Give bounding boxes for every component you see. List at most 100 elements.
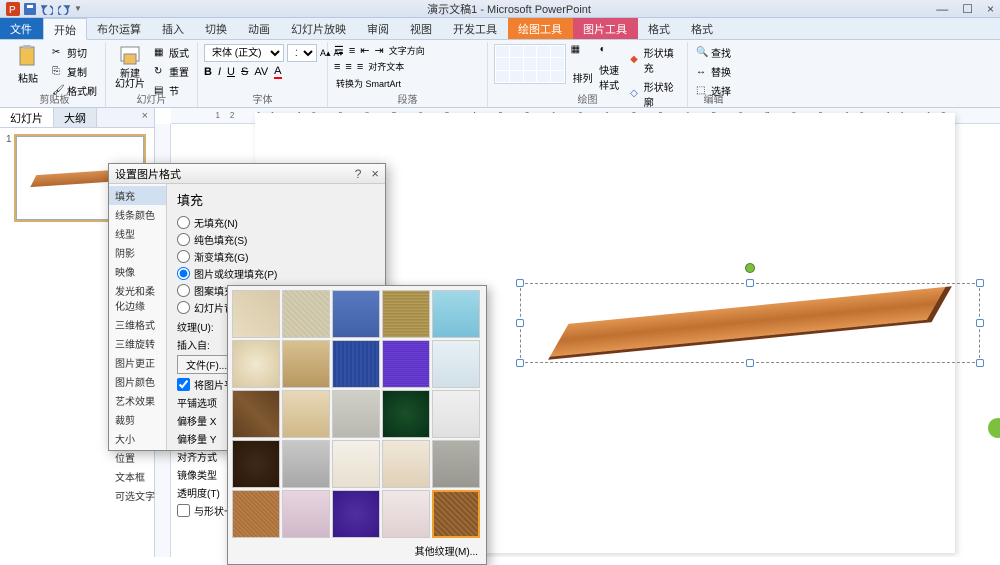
dialog-titlebar[interactable]: 设置图片格式 ? ×	[109, 164, 385, 184]
reset-button[interactable]: ↻重置	[152, 63, 191, 80]
sidebar-item-shadow[interactable]: 阴影	[109, 243, 166, 262]
new-slide-button[interactable]: 新建 幻灯片	[112, 44, 148, 92]
texture-woven-mat[interactable]	[382, 290, 430, 338]
tab-boolean[interactable]: 布尔运算	[87, 18, 152, 39]
tab-animation[interactable]: 动画	[238, 18, 281, 39]
texture-fish-fossil[interactable]	[282, 340, 330, 388]
texture-green-marble[interactable]	[382, 390, 430, 438]
paste-button[interactable]: 粘贴	[10, 44, 46, 92]
tab-format2[interactable]: 格式	[681, 18, 724, 39]
shadow-button[interactable]: AV	[254, 66, 268, 78]
align-right-icon[interactable]: ≡	[357, 61, 363, 73]
texture-sand[interactable]	[282, 390, 330, 438]
tab-format1[interactable]: 格式	[638, 18, 681, 39]
sidebar-item-position[interactable]: 位置	[109, 448, 166, 467]
resize-handle-se[interactable]	[976, 359, 984, 367]
sidebar-item-line-style[interactable]: 线型	[109, 224, 166, 243]
tab-drawing-tools[interactable]: 绘图工具	[508, 18, 573, 39]
sidebar-item-textbox[interactable]: 文本框	[109, 467, 166, 486]
sidebar-item-crop[interactable]: 裁剪	[109, 410, 166, 429]
panel-tab-slides[interactable]: 幻灯片	[0, 108, 54, 127]
text-direction-button[interactable]: 文字方向	[389, 44, 425, 57]
replace-button[interactable]: ↔替换	[694, 63, 733, 80]
bold-button[interactable]: B	[204, 66, 212, 78]
texture-cork[interactable]	[232, 490, 280, 538]
italic-button[interactable]: I	[218, 66, 221, 78]
resize-handle-e[interactable]	[976, 319, 984, 327]
texture-newsprint[interactable]	[332, 390, 380, 438]
layout-button[interactable]: ▦版式	[152, 44, 191, 61]
sidebar-item-3d-format[interactable]: 三维格式	[109, 315, 166, 334]
panel-tab-outline[interactable]: 大纲	[54, 108, 97, 127]
qat-dropdown-icon[interactable]: ▼	[74, 4, 82, 13]
font-color-button[interactable]: A	[274, 65, 281, 79]
maximize-button[interactable]: ☐	[962, 2, 973, 16]
texture-papyrus[interactable]	[232, 290, 280, 338]
close-window-button[interactable]: ×	[987, 2, 994, 16]
sidebar-item-size[interactable]: 大小	[109, 429, 166, 448]
sidebar-item-line-color[interactable]: 线条颜色	[109, 205, 166, 224]
texture-white-marble[interactable]	[432, 340, 480, 388]
dialog-help-button[interactable]: ?	[355, 167, 362, 181]
texture-walnut[interactable]	[282, 490, 330, 538]
texture-denim[interactable]	[332, 290, 380, 338]
save-icon[interactable]	[23, 2, 37, 16]
shapes-gallery[interactable]	[494, 44, 566, 84]
sidebar-item-fill[interactable]: 填充	[109, 186, 166, 205]
texture-stationery[interactable]	[432, 390, 480, 438]
texture-oak[interactable]	[432, 490, 480, 538]
smartart-button[interactable]: 转换为 SmartArt	[334, 76, 403, 91]
underline-button[interactable]: U	[227, 66, 235, 78]
strike-button[interactable]: S	[241, 66, 248, 78]
resize-handle-w[interactable]	[516, 319, 524, 327]
texture-parchment[interactable]	[332, 440, 380, 488]
texture-brown-marble[interactable]	[232, 440, 280, 488]
tab-transition[interactable]: 切换	[195, 18, 238, 39]
cut-button[interactable]: ✂剪切	[50, 44, 99, 61]
bullets-icon[interactable]: ☰	[334, 44, 344, 57]
sidebar-item-pic-color[interactable]: 图片颜色	[109, 372, 166, 391]
texture-blue-tissue-paper[interactable]	[332, 340, 380, 388]
radio-solid-fill[interactable]: 纯色填充(S)	[177, 232, 375, 247]
copy-button[interactable]: ⎘复制	[50, 63, 99, 80]
texture-purple-mesh[interactable]	[382, 340, 430, 388]
redo-icon[interactable]	[57, 2, 71, 16]
tab-file[interactable]: 文件	[0, 18, 43, 39]
tab-review[interactable]: 审阅	[357, 18, 400, 39]
resize-handle-s[interactable]	[746, 359, 754, 367]
indent-dec-icon[interactable]: ⇤	[360, 44, 369, 57]
tab-insert[interactable]: 插入	[152, 18, 195, 39]
sidebar-item-alt-text[interactable]: 可选文字	[109, 486, 166, 505]
minimize-button[interactable]: —	[936, 2, 948, 16]
numbering-icon[interactable]: ≡	[349, 45, 355, 57]
align-center-icon[interactable]: ≡	[345, 61, 351, 73]
resize-handle-sw[interactable]	[516, 359, 524, 367]
undo-icon[interactable]	[40, 2, 54, 16]
texture-recycled-paper[interactable]	[232, 390, 280, 438]
sidebar-item-3d-rotation[interactable]: 三维旋转	[109, 334, 166, 353]
texture-paper-bag[interactable]	[232, 340, 280, 388]
texture-medium-wood[interactable]	[382, 490, 430, 538]
texture-canvas[interactable]	[282, 290, 330, 338]
resize-handle-n[interactable]	[746, 279, 754, 287]
tab-slideshow[interactable]: 幻灯片放映	[281, 18, 357, 39]
wood-plank-object[interactable]	[520, 283, 980, 363]
radio-picture-fill[interactable]: 图片或纹理填充(P)	[177, 266, 375, 281]
tab-developer[interactable]: 开发工具	[443, 18, 508, 39]
arrange-button[interactable]: ▦排列	[570, 44, 595, 92]
radio-gradient-fill[interactable]: 渐变填充(G)	[177, 249, 375, 264]
sidebar-item-art-effects[interactable]: 艺术效果	[109, 391, 166, 410]
sidebar-item-pic-correction[interactable]: 图片更正	[109, 353, 166, 372]
tab-home[interactable]: 开始	[43, 18, 87, 40]
more-textures-link[interactable]: 其他纹理(M)...	[232, 541, 482, 560]
panel-close-button[interactable]: ×	[136, 108, 154, 127]
find-button[interactable]: 🔍查找	[694, 44, 733, 61]
font-name-select[interactable]: 宋体 (正文)	[204, 44, 284, 62]
indent-inc-icon[interactable]: ⇥	[375, 44, 384, 57]
texture-water-droplets[interactable]	[432, 290, 480, 338]
align-text-button[interactable]: 对齐文本	[368, 60, 404, 73]
shape-fill-button[interactable]: ◆形状填充	[628, 44, 681, 76]
sidebar-item-glow[interactable]: 发光和柔化边缘	[109, 281, 166, 315]
dialog-close-button[interactable]: ×	[371, 166, 379, 181]
texture-bouquet[interactable]	[332, 490, 380, 538]
